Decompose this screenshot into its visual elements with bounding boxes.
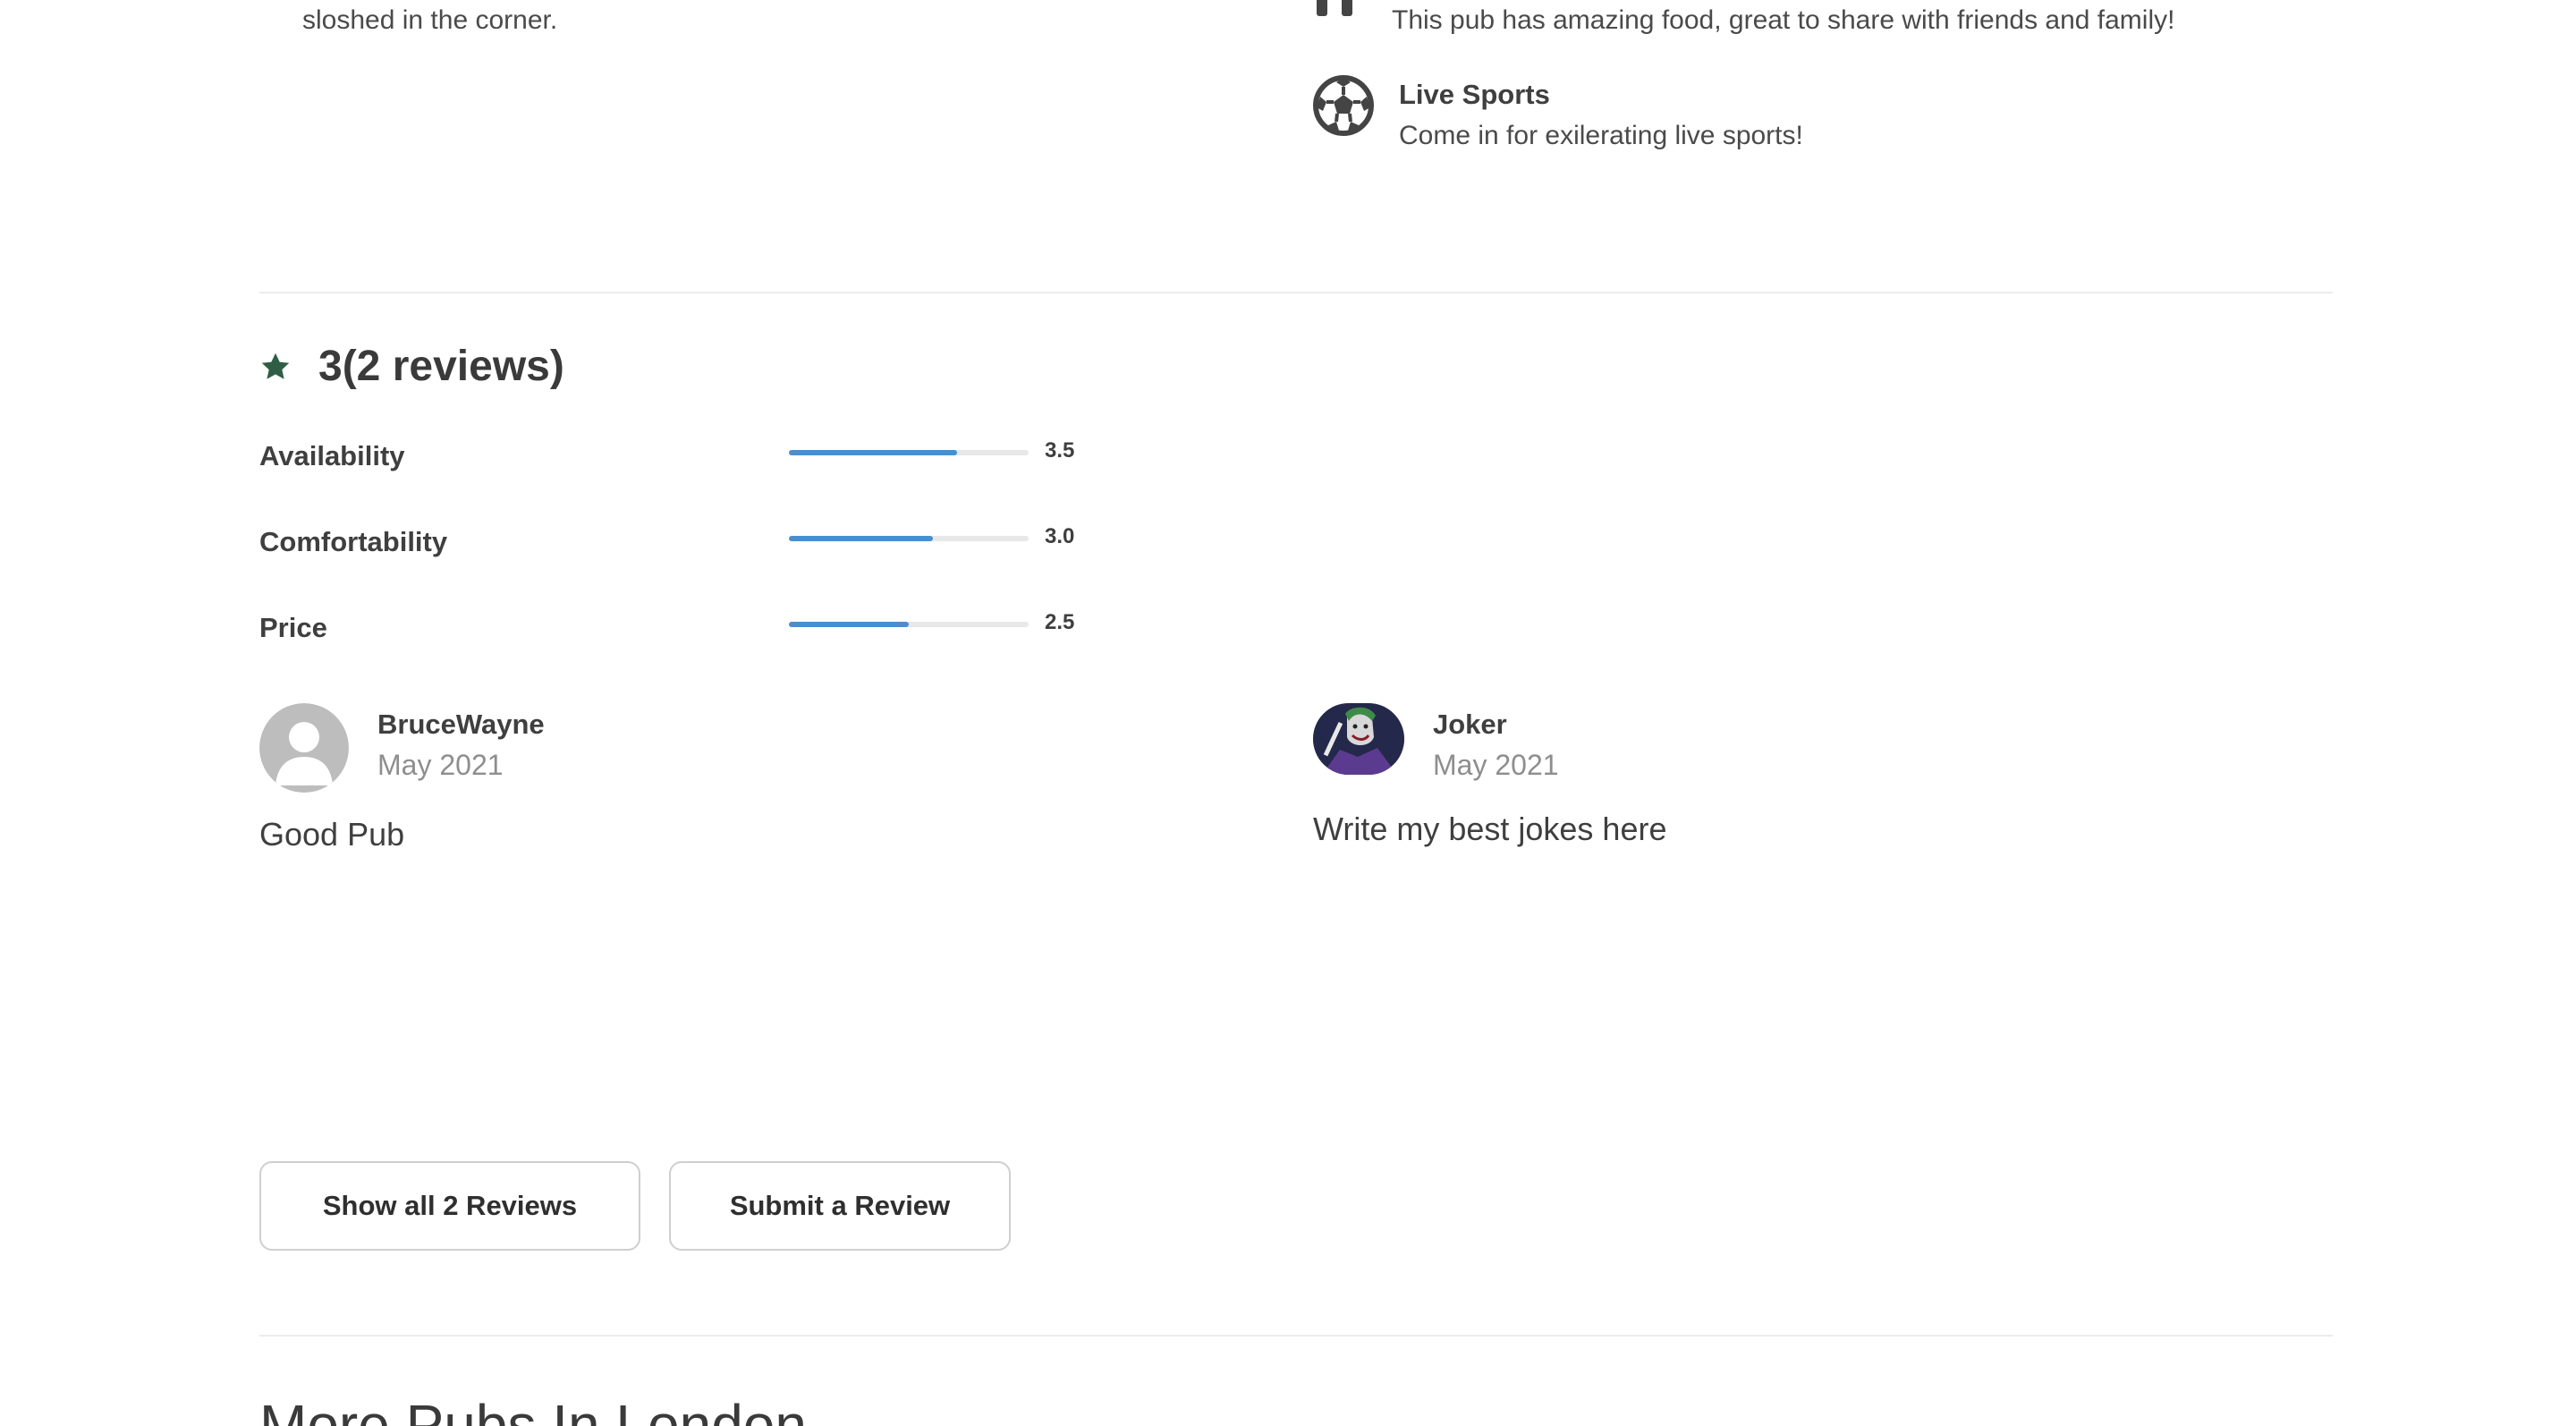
rating-score: 3(2 reviews) xyxy=(318,343,564,390)
rating-summary: 3(2 reviews) xyxy=(259,342,564,391)
soccer-ball-icon xyxy=(1313,75,1374,136)
criteria-value: 2.5 xyxy=(1045,610,1075,634)
section-divider xyxy=(259,292,2333,293)
amenity-description: Come in for exilerating live sports! xyxy=(1399,121,1803,150)
criteria-label: Price xyxy=(259,612,327,643)
rating-criteria-price: Price 2.5 xyxy=(259,607,1100,643)
default-avatar[interactable] xyxy=(259,703,349,793)
review-date: May 2021 xyxy=(377,749,504,781)
section-divider xyxy=(259,1335,2333,1337)
criteria-label: Availability xyxy=(259,440,405,471)
show-all-reviews-button[interactable]: Show all 2 Reviews xyxy=(259,1161,640,1251)
submit-review-button[interactable]: Submit a Review xyxy=(669,1161,1011,1251)
criteria-label: Comfortability xyxy=(259,526,448,557)
star-icon xyxy=(261,352,290,379)
rating-bar xyxy=(789,622,1029,627)
review-text: Write my best jokes here xyxy=(1313,811,1667,847)
rating-criteria-comfortability: Comfortability 3.0 xyxy=(259,521,1100,557)
review-card: BruceWayne May 2021 Good Pub xyxy=(259,703,1243,853)
amenity-live-sports: Live Sports Come in for exilerating live… xyxy=(1313,75,1803,157)
joker-avatar[interactable] xyxy=(1313,703,1404,775)
rating-bar xyxy=(789,536,1029,541)
rating-bar-fill xyxy=(789,536,933,541)
rating-bar-fill xyxy=(789,450,957,455)
rating-bar xyxy=(789,450,1029,455)
reviewer-name[interactable]: Joker xyxy=(1433,707,1559,743)
amenity-food-description: This pub has amazing food, great to shar… xyxy=(1392,5,2175,35)
review-date: May 2021 xyxy=(1433,749,1559,781)
criteria-value: 3.5 xyxy=(1045,438,1075,463)
fork-knife-icon xyxy=(1317,0,1352,16)
rating-bar-fill xyxy=(789,622,909,627)
review-text: Good Pub xyxy=(259,816,405,853)
rating-criteria-availability: Availability 3.5 xyxy=(259,435,1100,471)
criteria-value: 3.0 xyxy=(1045,524,1075,548)
description-text: sloshed in the corner. xyxy=(302,5,558,35)
reviewer-name[interactable]: BruceWayne xyxy=(377,707,545,743)
pub-page: sloshed in the corner. This pub has amaz… xyxy=(0,0,2576,1426)
review-card: Joker May 2021 Write my best jokes here xyxy=(1313,703,2297,848)
more-pubs-heading: More Pubs In London xyxy=(259,1393,807,1426)
amenity-title: Live Sports xyxy=(1399,79,1550,110)
